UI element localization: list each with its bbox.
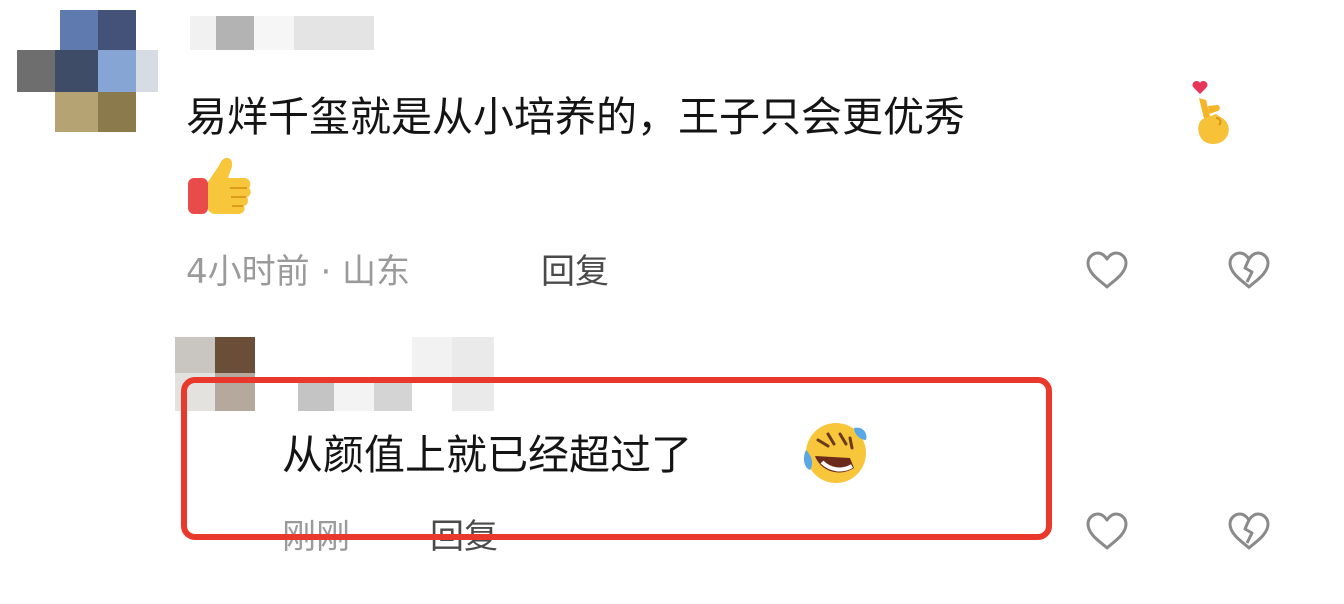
avatar-pixel bbox=[98, 10, 136, 50]
avatar-pixel bbox=[175, 337, 215, 373]
highlight-box bbox=[181, 377, 1052, 540]
thumbs-up-emoji bbox=[188, 157, 251, 214]
avatar-pixel bbox=[60, 10, 98, 50]
avatar-pixel bbox=[55, 92, 98, 132]
username-pixel bbox=[412, 337, 452, 377]
avatar-pixel bbox=[17, 50, 55, 92]
avatar-pixel bbox=[55, 50, 98, 92]
avatar-pixel bbox=[98, 92, 136, 132]
username-pixel bbox=[190, 16, 216, 50]
reply-button[interactable]: 回复 bbox=[541, 250, 609, 294]
username-pixel bbox=[294, 16, 374, 50]
avatar-pixel bbox=[136, 50, 158, 92]
broken-heart-icon[interactable] bbox=[1226, 249, 1272, 291]
heart-finger-emoji bbox=[1192, 81, 1229, 144]
broken-heart-icon[interactable] bbox=[1226, 510, 1272, 552]
username-pixel bbox=[254, 16, 294, 50]
avatar-pixel bbox=[98, 50, 136, 92]
comment-text: 易烊千玺就是从小培养的，王子只会更优秀 bbox=[186, 93, 965, 141]
username-pixel bbox=[216, 16, 254, 50]
avatar-pixel bbox=[215, 337, 255, 373]
heart-outline-icon[interactable] bbox=[1084, 249, 1130, 291]
comment-time-location: 4小时前 · 山东 bbox=[186, 252, 411, 292]
heart-outline-icon[interactable] bbox=[1084, 510, 1130, 552]
